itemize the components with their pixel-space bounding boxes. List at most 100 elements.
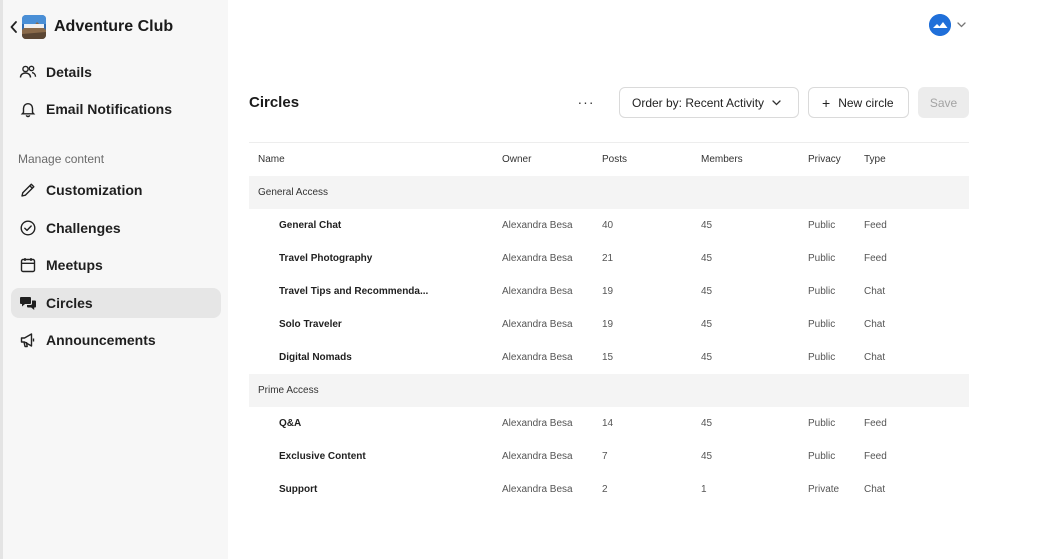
circle-privacy: Public [808, 253, 836, 264]
circle-owner: Alexandra Besa [502, 484, 573, 495]
group-row-general-access[interactable]: General Access [249, 176, 969, 209]
circle-members: 45 [701, 253, 713, 264]
calendar-icon [19, 256, 37, 274]
sidebar: Adventure Club Details Email Notificatio… [0, 0, 228, 559]
circle-posts: 15 [602, 352, 614, 363]
circle-name[interactable]: Travel Tips and Recommenda... [279, 275, 439, 308]
circle-privacy: Public [808, 451, 836, 462]
sidebar-item-label: Meetups [46, 257, 103, 273]
chevron-down-icon [956, 20, 966, 30]
circle-privacy: Public [808, 286, 836, 297]
circle-posts: 14 [602, 418, 614, 429]
sidebar-item-label: Details [46, 64, 92, 80]
circle-name[interactable]: General Chat [279, 209, 439, 242]
account-menu[interactable] [929, 14, 966, 36]
table-row[interactable]: Support Alexandra Besa 2 1 Private Chat [249, 473, 969, 506]
group-row-prime-access[interactable]: Prime Access [249, 374, 969, 407]
sidebar-item-email-notifications[interactable]: Email Notifications [11, 94, 221, 124]
circle-privacy: Public [808, 418, 836, 429]
back-chevron-icon[interactable] [8, 19, 20, 35]
section-title-manage-content: Manage content [18, 152, 105, 166]
plus-icon: + [822, 94, 831, 111]
club-name: Adventure Club [54, 18, 174, 35]
column-header-type[interactable]: Type [864, 143, 914, 176]
brand-header: Adventure Club [8, 14, 173, 40]
sidebar-item-label: Announcements [46, 332, 156, 348]
megaphone-icon [19, 331, 37, 349]
avatar [929, 14, 951, 36]
circle-posts: 2 [602, 484, 608, 495]
sidebar-item-label: Email Notifications [46, 101, 173, 117]
column-header-name[interactable]: Name [258, 143, 498, 176]
circle-members: 1 [701, 484, 707, 495]
circle-type: Chat [864, 319, 886, 330]
circle-owner: Alexandra Besa [502, 352, 573, 363]
users-icon [19, 63, 37, 81]
chevron-down-icon [772, 99, 781, 106]
sidebar-item-meetups[interactable]: Meetups [11, 250, 221, 280]
column-header-posts[interactable]: Posts [602, 143, 662, 176]
group-label: Prime Access [258, 385, 319, 396]
circle-owner: Alexandra Besa [502, 418, 573, 429]
table-row[interactable]: Q&A Alexandra Besa 14 45 Public Feed [249, 407, 969, 440]
circle-type: Feed [864, 253, 887, 264]
circles-table: Name Owner Posts Members Privacy Type Ge… [249, 142, 969, 506]
bell-icon [19, 100, 37, 118]
circle-members: 45 [701, 418, 713, 429]
circle-name[interactable]: Solo Traveler [279, 308, 439, 341]
sidebar-item-challenges[interactable]: Challenges [11, 213, 221, 243]
table-row[interactable]: Travel Tips and Recommenda... Alexandra … [249, 275, 969, 308]
circle-posts: 7 [602, 451, 608, 462]
table-header-row: Name Owner Posts Members Privacy Type [249, 143, 969, 176]
order-by-dropdown[interactable]: Order by: Recent Activity [619, 87, 799, 118]
table-row[interactable]: Travel Photography Alexandra Besa 21 45 … [249, 242, 969, 275]
circle-owner: Alexandra Besa [502, 319, 573, 330]
circle-owner: Alexandra Besa [502, 220, 573, 231]
circle-name[interactable]: Digital Nomads [279, 341, 439, 374]
circle-name[interactable]: Q&A [279, 407, 439, 440]
circle-owner: Alexandra Besa [502, 451, 573, 462]
sidebar-item-circles[interactable]: Circles [11, 288, 221, 318]
new-circle-button[interactable]: + New circle [808, 87, 909, 118]
circle-name[interactable]: Support [279, 473, 439, 506]
pencil-icon [19, 181, 37, 199]
circle-name[interactable]: Exclusive Content [279, 440, 439, 473]
chat-bubbles-icon [19, 294, 37, 312]
check-circle-icon [19, 219, 37, 237]
circle-privacy: Public [808, 319, 836, 330]
order-by-label: Order by: Recent Activity [632, 95, 765, 110]
club-logo [22, 15, 46, 39]
circle-name[interactable]: Travel Photography [279, 242, 439, 275]
table-row[interactable]: General Chat Alexandra Besa 40 45 Public… [249, 209, 969, 242]
more-options-button[interactable]: ··· [574, 90, 598, 114]
page-title: Circles [249, 94, 300, 111]
circle-type: Feed [864, 418, 887, 429]
column-header-owner[interactable]: Owner [502, 143, 592, 176]
sidebar-item-label: Customization [46, 182, 143, 198]
table-row[interactable]: Solo Traveler Alexandra Besa 19 45 Publi… [249, 308, 969, 341]
save-button[interactable]: Save [918, 87, 969, 118]
circle-owner: Alexandra Besa [502, 253, 573, 264]
app-window: Adventure Club Details Email Notificatio… [0, 0, 1055, 559]
circle-members: 45 [701, 286, 713, 297]
circle-privacy: Private [808, 484, 840, 495]
circle-posts: 19 [602, 286, 614, 297]
circle-type: Feed [864, 220, 887, 231]
circle-privacy: Public [808, 352, 836, 363]
table-row[interactable]: Exclusive Content Alexandra Besa 7 45 Pu… [249, 440, 969, 473]
column-header-members[interactable]: Members [701, 143, 761, 176]
circle-type: Chat [864, 352, 886, 363]
sidebar-item-customization[interactable]: Customization [11, 175, 221, 205]
new-circle-label: New circle [838, 95, 894, 110]
table-row[interactable]: Digital Nomads Alexandra Besa 15 45 Publ… [249, 341, 969, 374]
circle-members: 45 [701, 352, 713, 363]
circle-members: 45 [701, 319, 713, 330]
circle-members: 45 [701, 451, 713, 462]
circle-type: Feed [864, 451, 887, 462]
sidebar-item-announcements[interactable]: Announcements [11, 325, 221, 355]
sidebar-item-details[interactable]: Details [11, 57, 221, 87]
circle-members: 45 [701, 220, 713, 231]
circle-privacy: Public [808, 220, 836, 231]
circle-posts: 40 [602, 220, 614, 231]
column-header-privacy[interactable]: Privacy [808, 143, 858, 176]
